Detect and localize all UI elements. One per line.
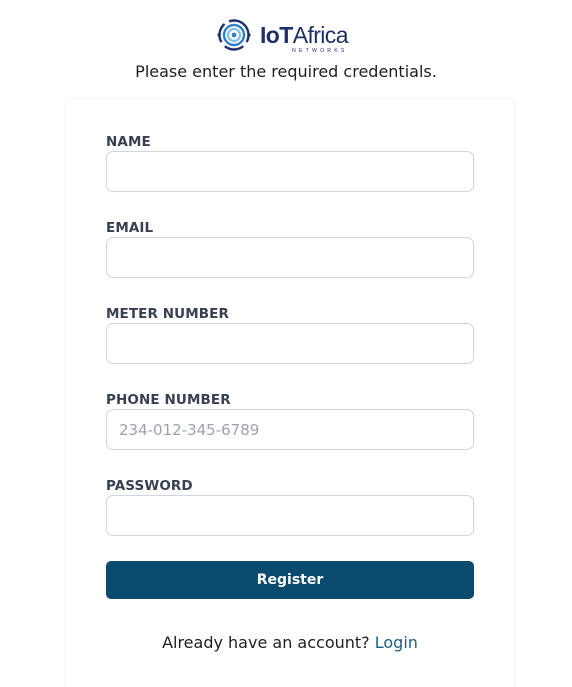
name-input[interactable]	[106, 151, 474, 192]
register-card: NAME EMAIL METER NUMBER PHONE NUMBER PAS…	[66, 99, 514, 687]
phone-number-field-group: PHONE NUMBER	[106, 391, 474, 450]
email-input[interactable]	[106, 237, 474, 278]
email-label: EMAIL	[106, 220, 154, 236]
password-input[interactable]	[106, 495, 474, 536]
login-prompt-row: Already have an account? Login	[66, 632, 514, 654]
register-button[interactable]: Register	[106, 561, 474, 599]
brand-name-africa: Africa	[293, 22, 349, 48]
phone-number-label: PHONE NUMBER	[106, 392, 231, 408]
logo-graphic: IoTAfrica NETWORKS	[217, 19, 349, 54]
meter-number-input[interactable]	[106, 323, 474, 364]
name-label: NAME	[106, 134, 151, 150]
brand-name-iot: IoT	[260, 22, 293, 48]
iot-africa-logo: IoTAfrica NETWORKS	[216, 12, 366, 58]
signal-icon	[217, 19, 251, 51]
brand-tagline: NETWORKS	[292, 48, 348, 54]
name-field-group: NAME	[106, 133, 474, 192]
password-label: PASSWORD	[106, 478, 193, 494]
password-field-group: PASSWORD	[106, 477, 474, 536]
meter-number-field-group: METER NUMBER	[106, 305, 474, 364]
phone-number-input[interactable]	[106, 409, 474, 450]
meter-number-label: METER NUMBER	[106, 306, 229, 322]
login-link[interactable]: Login	[375, 633, 418, 652]
register-page: IoTAfrica NETWORKS Please enter the requ…	[0, 0, 572, 687]
email-field-group: EMAIL	[106, 219, 474, 278]
login-prompt-text: Already have an account?	[162, 633, 370, 652]
svg-text:IoTAfrica: IoTAfrica	[260, 22, 349, 48]
page-subtitle: Please enter the required credentials.	[135, 62, 437, 81]
